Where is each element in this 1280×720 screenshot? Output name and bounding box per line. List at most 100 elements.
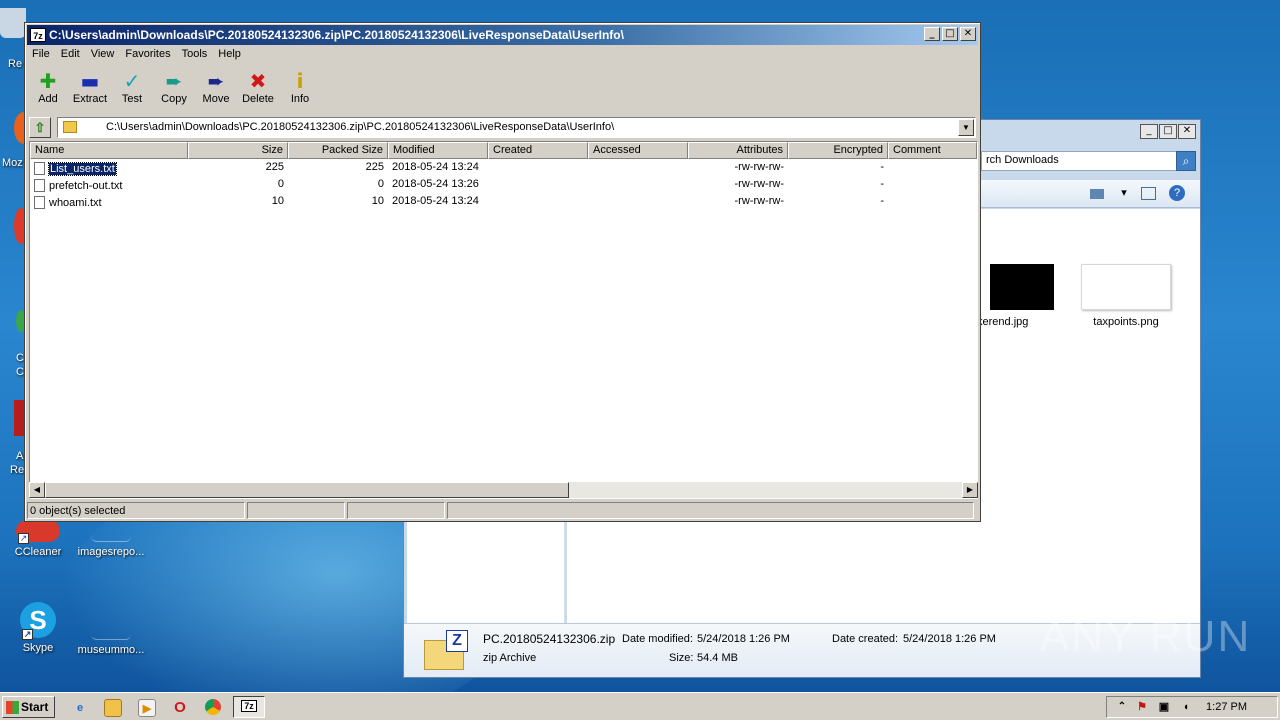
check-icon: ✓ (123, 69, 141, 93)
system-tray: ⌃ ⚑ ▣ ◖ 1:27 PM (1106, 696, 1278, 718)
desktop-icon-label: CCleaner (14, 546, 62, 558)
size-cell: 0 (277, 178, 284, 190)
file-name-cell[interactable]: List_users.txt (30, 159, 188, 176)
chevron-down-icon[interactable]: ▼ (958, 119, 974, 136)
file-icon (91, 602, 131, 640)
zip-archive-icon: Z (424, 630, 470, 670)
minimize-button[interactable]: _ (924, 27, 940, 41)
7zip-app-icon: 7z (241, 700, 257, 712)
file-name-cell[interactable]: prefetch-out.txt (30, 176, 188, 193)
column-header-attributes[interactable]: Attributes (688, 142, 788, 159)
modified-cell: 2018-05-24 13:24 (392, 161, 479, 173)
comment-cell (888, 176, 977, 193)
window-controls: _ □ ✕ (1140, 124, 1196, 139)
size-label: Size: (669, 652, 694, 664)
menu-favorites[interactable]: Favorites (120, 46, 176, 64)
extract-button[interactable]: ▬ Extract (69, 67, 111, 113)
address-bar: ⇧ C:\Users\admin\Downloads\PC.2018052413… (27, 117, 978, 139)
preview-pane-icon[interactable] (1141, 187, 1156, 200)
column-header-comment[interactable]: Comment (888, 142, 977, 159)
table-row[interactable]: List_users.txt 225 225 2018-05-24 13:24 … (30, 159, 977, 176)
column-header-packed-size[interactable]: Packed Size (288, 142, 388, 159)
thumbnail-item[interactable]: kerend.jpg (977, 264, 1067, 328)
acrobat-reader-icon[interactable] (14, 400, 24, 436)
close-button[interactable]: ✕ (960, 27, 976, 41)
skype-icon: S ↗ (20, 602, 56, 640)
column-header-accessed[interactable]: Accessed (588, 142, 688, 159)
thumbnail-item[interactable]: taxpoints.png (1074, 264, 1178, 328)
selected-filename: PC.20180524132306.zip (483, 632, 616, 646)
media-player-icon[interactable]: ▶ (138, 699, 156, 717)
start-button[interactable]: Start (2, 696, 55, 718)
search-input[interactable]: rch Downloads (981, 151, 1177, 171)
file-list[interactable]: Name Size Packed Size Modified Created A… (29, 141, 978, 499)
window-title: C:\Users\admin\Downloads\PC.201805241323… (49, 28, 624, 42)
column-header-created[interactable]: Created (488, 142, 588, 159)
desktop-label-fragment: Moz (2, 157, 23, 169)
test-button[interactable]: ✓ Test (111, 67, 153, 113)
maximize-button[interactable]: □ (1159, 124, 1177, 139)
scrollbar-thumb[interactable] (45, 482, 569, 498)
status-selection-text: 0 object(s) selected (27, 502, 245, 519)
recycle-bin-icon[interactable] (0, 8, 26, 38)
opera-icon[interactable]: O (171, 699, 189, 717)
delete-button[interactable]: ✖ Delete (237, 67, 279, 113)
column-header-encrypted[interactable]: Encrypted (788, 142, 888, 159)
menu-view[interactable]: View (86, 46, 121, 64)
info-button-label: Info (290, 93, 310, 105)
chevron-down-icon[interactable]: ▾ (1116, 186, 1132, 200)
thumbnail-label: kerend.jpg (977, 316, 1029, 328)
maximize-button[interactable]: □ (942, 27, 958, 41)
address-input[interactable]: C:\Users\admin\Downloads\PC.201805241323… (57, 117, 976, 138)
desktop-icon-imagesrepo[interactable]: imagesrepo... (73, 520, 149, 558)
move-button[interactable]: ➨ Move (195, 67, 237, 113)
shortcut-arrow-icon: ↗ (18, 533, 29, 544)
desktop-icon-museummo[interactable]: museummo... (73, 602, 149, 656)
volume-icon[interactable]: ◖ (1177, 698, 1195, 716)
menu-tools[interactable]: Tools (177, 46, 214, 64)
menu-edit[interactable]: Edit (56, 46, 86, 64)
delete-button-label: Delete (242, 93, 274, 105)
scroll-right-icon[interactable]: ▶ (962, 482, 978, 498)
taskbar-7zip-button[interactable]: 7z (233, 696, 265, 718)
7zip-window[interactable]: 7z C:\Users\admin\Downloads\PC.201805241… (24, 22, 981, 522)
date-modified-value: 5/24/2018 1:26 PM (697, 633, 790, 645)
horizontal-scrollbar[interactable]: ◀ ▶ (29, 482, 978, 498)
internet-explorer-icon[interactable]: e (71, 699, 89, 717)
close-button[interactable]: ✕ (1178, 124, 1196, 139)
help-icon[interactable]: ? (1169, 185, 1185, 201)
file-explorer-icon[interactable] (104, 699, 122, 717)
desktop-label-fragment: C (16, 366, 24, 378)
created-cell (488, 193, 588, 210)
show-hidden-icons-icon[interactable]: ⌃ (1113, 698, 1131, 716)
column-header-size[interactable]: Size (188, 142, 288, 159)
column-header-modified[interactable]: Modified (388, 142, 488, 159)
minimize-button[interactable]: _ (1140, 124, 1158, 139)
copy-button[interactable]: ➨ Copy (153, 67, 195, 113)
chrome-icon[interactable] (205, 699, 221, 715)
table-row[interactable]: whoami.txt 10 10 2018-05-24 13:24 -rw-rw… (30, 193, 977, 210)
desktop-icon-label: imagesrepo... (77, 546, 145, 558)
text-file-icon (34, 162, 45, 175)
add-button[interactable]: ✚ Add (27, 67, 69, 113)
7zip-app-icon[interactable]: 7z (30, 28, 46, 42)
table-row[interactable]: prefetch-out.txt 0 0 2018-05-24 13:26 -r… (30, 176, 977, 193)
view-options-icon[interactable] (1090, 189, 1104, 199)
modified-cell: 2018-05-24 13:26 (392, 178, 479, 190)
column-header-name[interactable]: Name (30, 142, 188, 159)
desktop-icon-skype[interactable]: S ↗ Skype (0, 602, 76, 654)
info-icon: i (296, 69, 304, 93)
menu-file[interactable]: File (27, 46, 56, 64)
title-bar[interactable]: 7z C:\Users\admin\Downloads\PC.201805241… (27, 25, 978, 45)
info-button[interactable]: i Info (279, 67, 321, 113)
desktop-icon-label: museummo... (77, 644, 145, 656)
file-name-cell[interactable]: whoami.txt (30, 193, 188, 210)
menu-help[interactable]: Help (213, 46, 247, 64)
network-icon[interactable]: ▣ (1155, 698, 1173, 716)
action-center-icon[interactable]: ⚑ (1133, 698, 1151, 716)
scroll-left-icon[interactable]: ◀ (29, 482, 45, 498)
taskbar-clock[interactable]: 1:27 PM (1206, 701, 1247, 713)
desktop-icon-ccleaner[interactable]: ↗ CCleaner (0, 520, 76, 558)
up-folder-button[interactable]: ⇧ (29, 117, 51, 138)
search-icon[interactable]: ⌕ (1176, 151, 1196, 171)
